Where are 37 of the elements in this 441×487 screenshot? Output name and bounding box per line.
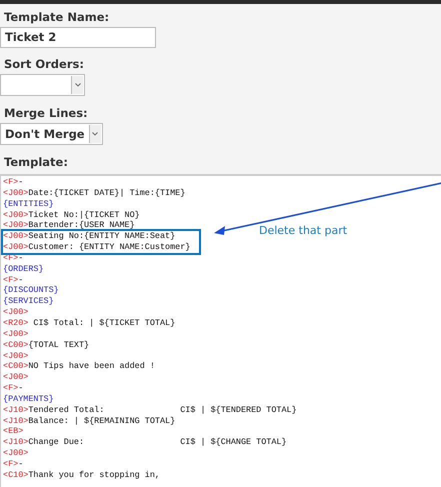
template-line: <J00>Bartender:{USER NAME} [3,220,135,232]
template-line: <J00> [3,307,28,318]
template-line: <J00>Date:{TICKET DATE}| Time:{TIME} [3,188,186,199]
field-label: Template: [4,154,69,171]
template-line: <J00> [3,372,28,384]
template-line: <J00> [3,350,28,362]
template-line: <J10>Change Due: CI$ | ${CHANGE TOTAL} [3,437,287,448]
template-editor[interactable] [0,174,441,487]
annotation-text: Delete that part [259,224,348,237]
template-line: {PAYMENTS} [3,394,54,405]
template-line: <F>- [3,383,24,394]
template-line: <EB> [3,426,24,438]
template-line: <F>- [3,274,24,286]
template-line: <J00> [3,448,28,459]
template-line: <J00>Ticket No:|{TICKET NO} [3,210,140,220]
template-line: <F>- [3,177,24,188]
template-line: <C00>NO Tips have been added ! [3,361,155,372]
dropdown-caret-icon [92,132,98,136]
template-line: {ENTITIES} [3,198,54,210]
template-line: <J10>Balance: | ${REMAINING TOTAL} [3,416,176,426]
field-label: Template Name: [4,9,110,26]
field-label: Sort Orders: [4,56,85,73]
template-name-field[interactable]: Ticket 2 [0,27,156,48]
template-line: <F>- [3,458,24,470]
template-line: {ORDERS} [3,264,44,275]
dropdown-caret-icon [74,83,80,87]
template-line: <C10>Thank you for stopping in, [3,470,160,481]
template-line: <J10>Tendered Total: CI$ | ${TENDERED TOTAL} [3,404,297,416]
template-line: <J00>Customer: {ENTITY NAME:Customer} [3,242,190,253]
template-line: {DISCOUNTS} [3,285,59,296]
dropdown[interactable]: Don't Merge [0,123,103,145]
template-line: <R20> CI$ Total: | ${TICKET TOTAL} [3,318,176,329]
template-line: {SERVICES} [3,296,54,308]
template-line: <J00> [3,328,28,340]
template-line: <J00>Seating No:{ENTITY NAME:Seat} [3,231,176,242]
template-line: <C00>{TOTAL TEXT} [3,340,90,350]
field-label: Merge Lines: [4,105,89,122]
